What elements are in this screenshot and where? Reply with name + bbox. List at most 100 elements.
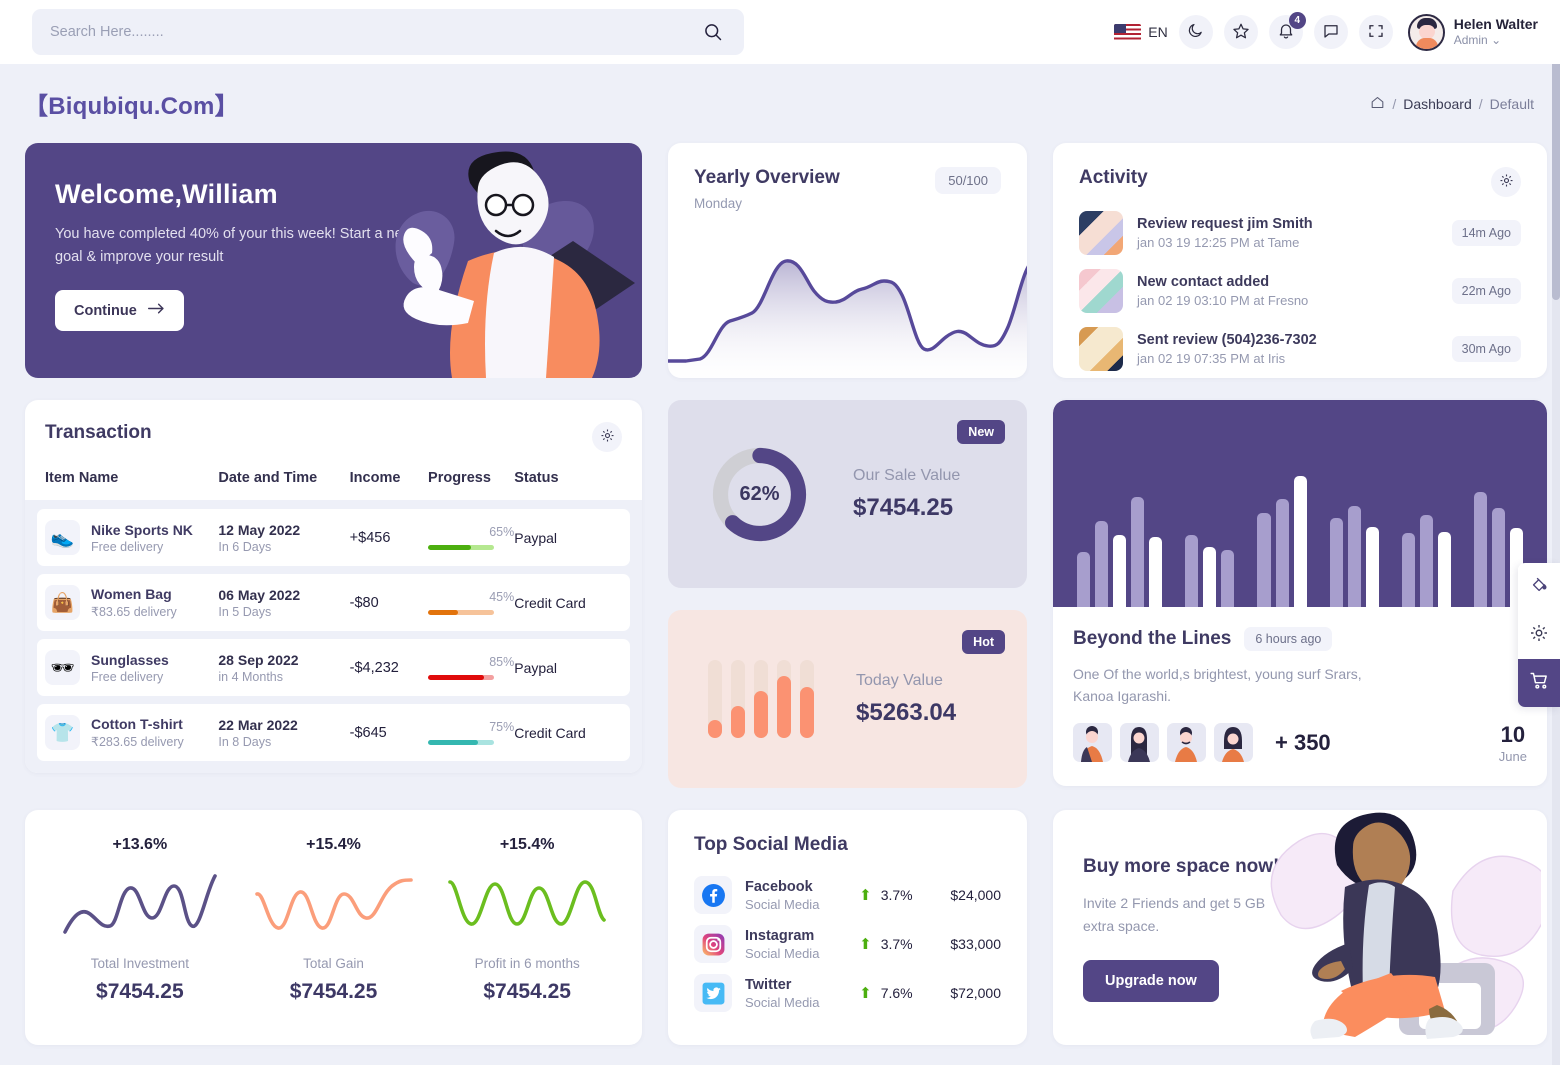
activity-settings-button[interactable] xyxy=(1491,167,1521,197)
fullscreen-icon xyxy=(1367,22,1385,43)
item-date: 12 May 2022 xyxy=(218,521,301,538)
item-status: Paypal xyxy=(514,659,558,676)
breadcrumb-separator: / xyxy=(1392,95,1397,112)
gear-icon xyxy=(1499,173,1514,191)
activity-cell: Activity Review request jim Smith jan 03… xyxy=(1040,143,1560,400)
item-status: Paypal xyxy=(514,529,558,546)
page-scrollbar-track[interactable] xyxy=(1552,0,1560,1065)
avatar xyxy=(1214,723,1253,763)
item-income: -$80 xyxy=(349,594,379,611)
activity-thumbnail xyxy=(1079,327,1123,371)
progress-bar xyxy=(428,545,495,550)
table-row[interactable]: 🕶 Sunglasses Free delivery 28 Sep 2022 i… xyxy=(37,639,630,696)
gain-sparkline xyxy=(254,878,413,930)
activity-item-meta: jan 03 19 12:25 PM at Tame xyxy=(1137,235,1300,250)
dashboard-grid: Welcome,William You have completed 40% o… xyxy=(0,143,1560,1065)
sale-label: Our Sale Value xyxy=(853,466,961,484)
progress-bar xyxy=(428,740,495,745)
investment-sparkline xyxy=(63,874,217,934)
list-item[interactable]: Twitter Social Media ⬆ 7.6% $72,000 xyxy=(694,974,1001,1012)
welcome-illustration xyxy=(395,151,635,378)
beyond-title: Beyond the Lines xyxy=(1073,628,1232,649)
stat-profit-6-months: +15.4% Profit in 6 months $7454.25 xyxy=(430,836,624,1019)
progress-label: 85% xyxy=(489,655,515,669)
notifications-button[interactable]: 4 xyxy=(1268,12,1306,49)
arrow-up-icon: ⬆ xyxy=(859,936,872,953)
dark-mode-button[interactable] xyxy=(1178,15,1213,49)
top-header: EN xyxy=(0,0,1560,64)
activity-item-title: New contact added xyxy=(1137,274,1270,290)
dashboard-page: EN xyxy=(0,0,1560,1065)
messages-button[interactable] xyxy=(1313,15,1348,49)
welcome-cell: Welcome,William You have completed 40% o… xyxy=(12,143,655,400)
yearly-badge: 50/100 xyxy=(935,167,1001,194)
arrow-up-icon: ⬆ xyxy=(859,985,872,1002)
continue-button[interactable]: Continue xyxy=(55,290,184,332)
activity-item-title: Review request jim Smith xyxy=(1137,216,1313,232)
beyond-timestamp: 6 hours ago xyxy=(1244,627,1333,651)
search-bar[interactable] xyxy=(32,9,744,55)
progress-bar xyxy=(428,675,495,680)
item-eta: In 8 Days xyxy=(218,734,272,749)
transaction-table-body: 👟 Nike Sports NK Free delivery 12 May 20… xyxy=(25,500,642,773)
avatar xyxy=(1407,13,1445,51)
bookmark-button[interactable] xyxy=(1223,15,1258,49)
beyond-date-month: June xyxy=(1498,748,1527,764)
table-row[interactable]: 👕 Cotton T-shirt ₹283.65 delivery 22 Mar… xyxy=(37,704,630,761)
twitter-icon xyxy=(694,974,732,1012)
home-icon[interactable] xyxy=(1370,95,1385,113)
column-header-income: Income xyxy=(349,470,401,486)
page-title: 【Biqubiqu.Com】 xyxy=(24,93,239,120)
activity-item-title: Sent review (504)236-7302 xyxy=(1137,332,1317,348)
social-sub: Social Media xyxy=(745,945,820,961)
activity-item-time: 22m Ago xyxy=(1451,278,1521,304)
item-status: Credit Card xyxy=(514,594,586,611)
transaction-settings-button[interactable] xyxy=(592,422,622,452)
top-social-media-card: Top Social Media Facebook Social Media ⬆ xyxy=(668,810,1027,1045)
language-switcher[interactable]: EN xyxy=(1114,23,1168,41)
progress-bar xyxy=(428,610,495,615)
participant-count: + 350 xyxy=(1275,729,1331,755)
transaction-card: Transaction Item Name Date and Time Inco… xyxy=(25,400,642,773)
activity-item-meta: jan 02 19 03:10 PM at Fresno xyxy=(1137,293,1309,308)
theme-color-button[interactable] xyxy=(1518,563,1560,611)
gear-icon xyxy=(1529,623,1549,648)
social-amount: $72,000 xyxy=(950,985,1001,1001)
breadcrumb-item-default: Default xyxy=(1489,95,1534,112)
social-sub: Social Media xyxy=(745,994,820,1010)
avatar xyxy=(1167,723,1206,763)
list-item[interactable]: New contact added jan 02 19 03:10 PM at … xyxy=(1079,269,1521,313)
upgrade-now-button[interactable]: Upgrade now xyxy=(1083,960,1219,1003)
stat-label: Total Gain xyxy=(303,956,364,971)
stat-label: Total Investment xyxy=(90,956,189,971)
item-name: Cotton T-shirt xyxy=(91,716,183,732)
cart-button[interactable] xyxy=(1518,659,1560,707)
user-menu[interactable]: Helen Walter Admin ⌄ xyxy=(1407,13,1538,51)
list-item[interactable]: Sent review (504)236-7302 jan 02 19 07:3… xyxy=(1079,327,1521,371)
avatar xyxy=(1073,723,1112,763)
breadcrumb-item-dashboard[interactable]: Dashboard xyxy=(1403,96,1472,112)
table-row[interactable]: 👟 Nike Sports NK Free delivery 12 May 20… xyxy=(37,509,630,566)
social-growth: ⬆ 7.6% xyxy=(859,985,913,1002)
avatar xyxy=(1120,723,1159,763)
search-input[interactable] xyxy=(50,24,700,40)
list-item[interactable]: Review request jim Smith jan 03 19 12:25… xyxy=(1079,211,1521,255)
breadcrumb-bar: 【Biqubiqu.Com】 / Dashboard / Default xyxy=(0,64,1560,143)
search-icon[interactable] xyxy=(700,19,726,45)
list-item[interactable]: Facebook Social Media ⬆ 3.7% $24,000 xyxy=(694,876,1001,914)
list-item[interactable]: Instagram Social Media ⬆ 3.7% $33,000 xyxy=(694,925,1001,963)
progress-cell: 65% xyxy=(428,525,514,550)
fullscreen-button[interactable] xyxy=(1358,15,1393,49)
arrow-right-icon xyxy=(147,302,165,319)
social-sub: Social Media xyxy=(745,896,820,912)
beyond-the-lines-card: Beyond the Lines 6 hours ago One Of the … xyxy=(1053,400,1547,786)
column-header-status: Status xyxy=(514,470,559,486)
buy-space-card: Buy more space now! Invite 2 Friends and… xyxy=(1053,810,1547,1045)
yearly-title: Yearly Overview xyxy=(694,167,840,188)
chat-icon xyxy=(1322,22,1340,43)
social-growth: ⬆ 3.7% xyxy=(859,936,913,953)
settings-button[interactable] xyxy=(1518,611,1560,659)
item-delivery: Free delivery xyxy=(91,669,164,684)
item-date: 28 Sep 2022 xyxy=(218,651,299,668)
table-row[interactable]: 👜 Women Bag ₹83.65 delivery 06 May 2022 … xyxy=(37,574,630,631)
